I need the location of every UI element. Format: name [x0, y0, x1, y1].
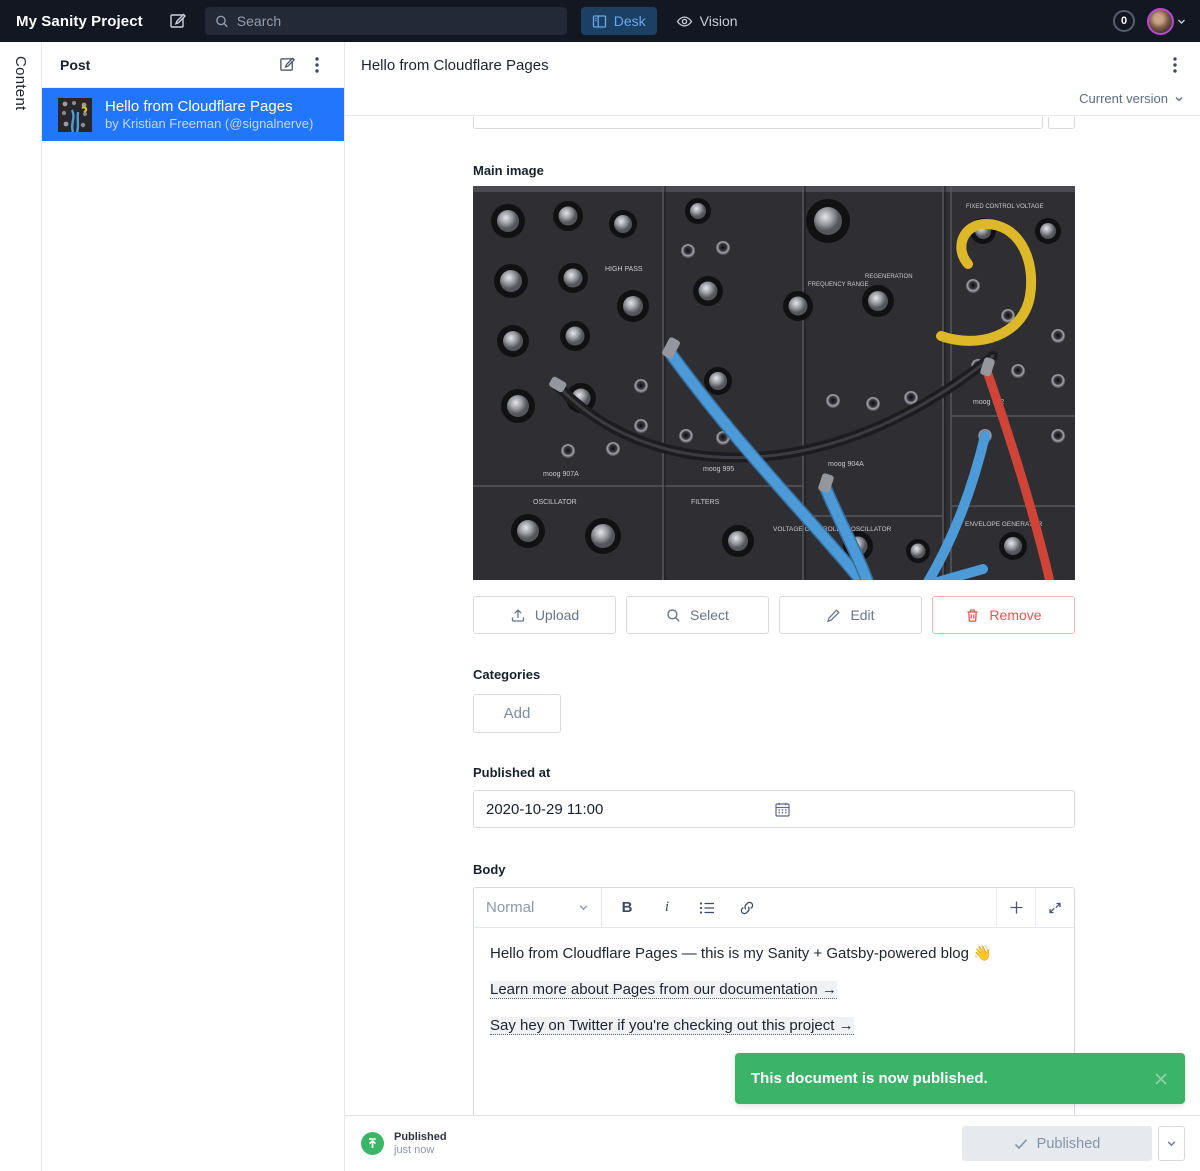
calendar-icon[interactable] — [774, 801, 1062, 818]
tab-desk[interactable]: Desk — [581, 7, 657, 35]
svg-text:REGENERATION: REGENERATION — [865, 274, 913, 280]
publish-button[interactable]: Published — [962, 1126, 1152, 1161]
docs-link[interactable]: Learn more about Pages from our document… — [490, 981, 837, 999]
text-style-select[interactable]: Normal — [474, 888, 602, 927]
post-list-pane: Post Hello from Cloudflare Pages by Kris… — [42, 42, 345, 1171]
close-icon[interactable] — [1153, 1071, 1169, 1087]
search-icon — [215, 14, 229, 29]
fullscreen-icon[interactable] — [1035, 888, 1074, 927]
desk-icon — [592, 14, 607, 29]
avatar — [1147, 8, 1174, 35]
publish-status-title: Published — [394, 1131, 447, 1143]
published-at-input[interactable]: 2020-10-29 11:00 — [473, 790, 1075, 828]
tab-desk-label: Desk — [614, 13, 646, 29]
svg-text:OSCILLATOR: OSCILLATOR — [533, 499, 577, 506]
text-style-value: Normal — [486, 899, 572, 916]
svg-text:HIGH PASS: HIGH PASS — [605, 266, 643, 273]
upload-icon — [510, 607, 526, 623]
pane-menu-icon[interactable] — [302, 50, 332, 80]
list-item-title: Hello from Cloudflare Pages — [105, 97, 313, 116]
publish-status: Published just now — [394, 1131, 447, 1156]
toast-message: This document is now published. — [751, 1070, 1153, 1087]
image-actions: Upload Select Edit Remove — [473, 596, 1075, 634]
search-box[interactable] — [205, 7, 567, 35]
notifications-badge[interactable]: 0 — [1113, 10, 1135, 32]
publish-menu-chevron[interactable] — [1158, 1126, 1185, 1161]
remove-label: Remove — [989, 607, 1041, 623]
eye-icon — [676, 13, 693, 30]
svg-text:moog 995: moog 995 — [703, 466, 734, 473]
post-thumbnail — [58, 98, 92, 132]
content-rail-tab[interactable]: Content — [0, 42, 42, 1171]
link-icon[interactable] — [732, 893, 762, 923]
svg-text:FREQUENCY RANGE: FREQUENCY RANGE — [808, 282, 869, 288]
select-label: Select — [690, 607, 729, 623]
categories-label: Categories — [473, 667, 1075, 682]
remove-button[interactable]: Remove — [932, 596, 1075, 634]
chevron-down-icon — [578, 902, 589, 913]
svg-text:moog 904A: moog 904A — [828, 461, 864, 468]
editor-toolbar: Normal B i — [474, 888, 1074, 928]
slug-field-cutoff[interactable] — [473, 117, 1075, 129]
success-toast: This document is now published. — [735, 1053, 1185, 1104]
list-item-subtitle: by Kristian Freeman (@signalnerve) — [105, 116, 313, 132]
tab-vision-label: Vision — [700, 13, 738, 29]
upload-label: Upload — [535, 607, 579, 623]
bold-button[interactable]: B — [612, 893, 642, 923]
content-rail-label: Content — [12, 56, 29, 1171]
post-pane-header: Post — [42, 42, 344, 88]
user-menu[interactable] — [1147, 8, 1186, 35]
document-title: Hello from Cloudflare Pages — [361, 57, 1160, 74]
insert-plus-icon[interactable] — [996, 888, 1035, 927]
svg-text:FILTERS: FILTERS — [691, 499, 720, 506]
chevron-down-icon — [1166, 1138, 1177, 1149]
publish-status-time: just now — [394, 1144, 447, 1156]
document-pane: Hello from Cloudflare Pages Current vers… — [345, 42, 1200, 1171]
compose-icon[interactable] — [165, 8, 191, 34]
body-paragraph: Hello from Cloudflare Pages — this is my… — [490, 943, 1058, 964]
project-title: My Sanity Project — [16, 13, 143, 30]
pencil-icon — [826, 608, 841, 623]
main-image-label: Main image — [473, 163, 1075, 178]
version-label: Current version — [1079, 91, 1168, 106]
select-button[interactable]: Select — [626, 596, 769, 634]
svg-text:FIXED CONTROL VOLTAGE: FIXED CONTROL VOLTAGE — [966, 204, 1044, 210]
new-document-icon[interactable] — [272, 50, 302, 80]
list-item-post[interactable]: Hello from Cloudflare Pages by Kristian … — [42, 88, 344, 141]
version-selector[interactable]: Current version — [1079, 91, 1184, 106]
italic-button[interactable]: i — [652, 893, 682, 923]
body-text-area[interactable]: Hello from Cloudflare Pages — this is my… — [474, 928, 1074, 1066]
published-at-label: Published at — [473, 765, 1075, 780]
main-image-preview[interactable]: HIGH PASS moog 907A moog 995 moog 904A m… — [473, 186, 1075, 580]
body-label: Body — [473, 862, 1075, 877]
top-navbar: My Sanity Project Desk Vision 0 — [0, 0, 1200, 42]
tab-vision[interactable]: Vision — [665, 7, 749, 35]
search-icon — [666, 608, 681, 623]
bullet-list-icon[interactable] — [692, 893, 722, 923]
document-form: Main image — [345, 116, 1200, 1115]
trash-icon — [965, 608, 980, 623]
document-header: Hello from Cloudflare Pages Current vers… — [345, 42, 1200, 116]
edit-label: Edit — [850, 607, 874, 623]
document-menu-icon[interactable] — [1160, 50, 1190, 80]
document-footer: Published just now Published — [345, 1115, 1200, 1171]
edit-button[interactable]: Edit — [779, 596, 922, 634]
twitter-link[interactable]: Say hey on Twitter if you're checking ou… — [490, 1017, 854, 1035]
check-icon — [1014, 1138, 1028, 1150]
pane-title: Post — [60, 57, 272, 73]
chevron-down-icon — [1174, 94, 1184, 104]
published-at-value: 2020-10-29 11:00 — [486, 801, 774, 818]
svg-text:VOLTAGE CONTROLLED OSCILLATOR: VOLTAGE CONTROLLED OSCILLATOR — [773, 526, 892, 533]
upload-button[interactable]: Upload — [473, 596, 616, 634]
chevron-down-icon — [1177, 17, 1186, 26]
publish-status-icon — [361, 1132, 384, 1155]
svg-text:moog 907A: moog 907A — [543, 471, 579, 478]
add-category-button[interactable]: Add — [473, 694, 561, 733]
search-input[interactable] — [237, 13, 557, 29]
sanity-studio: My Sanity Project Desk Vision 0 Content — [0, 0, 1200, 1171]
publish-button-label: Published — [1037, 1136, 1101, 1152]
